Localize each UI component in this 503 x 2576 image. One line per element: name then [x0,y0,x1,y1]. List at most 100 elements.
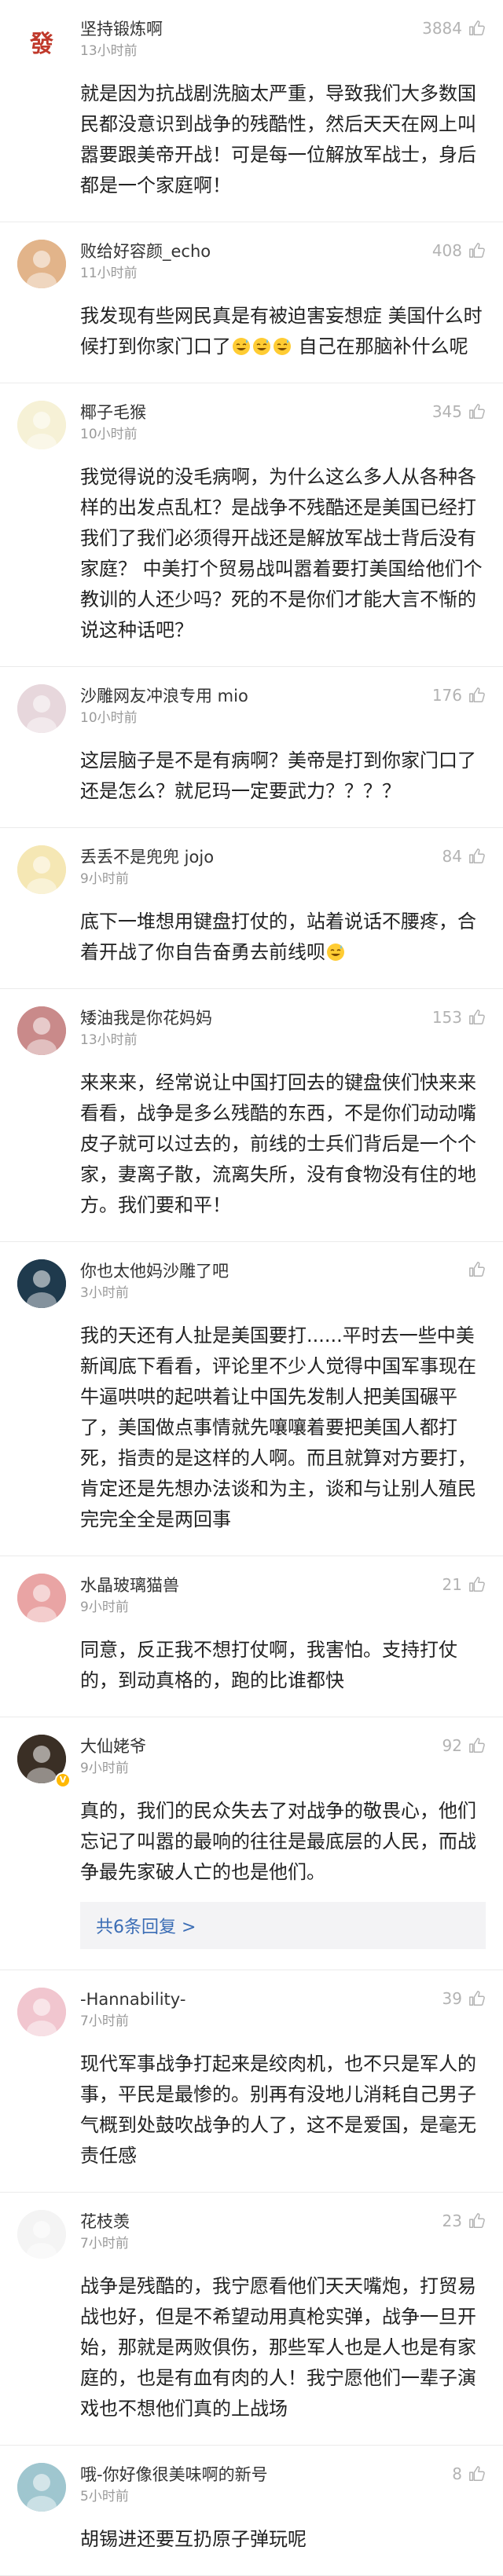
username[interactable]: 大仙姥爷 [80,1735,410,1758]
timestamp: 5小时前 [80,2489,129,2505]
like-button[interactable]: 84 [442,847,486,866]
comment-header: 矮油我是你花妈妈 13小时前 153 [80,1006,486,1053]
like-button[interactable]: 345 [432,402,486,421]
comment-item: 败给好容颜_echo 11小时前 408 我发现有些网民真是有被迫害妄想症 美国… [0,222,503,383]
avatar[interactable] [17,240,66,288]
thumbs-up-icon [469,1991,485,2006]
avatar-image [17,1006,66,1055]
comment-item: 大仙姥爷 9小时前 92 真的，我们的民众失去了对战争的敬畏心，他们忘记了叫嚣的… [0,1717,503,1970]
avatar-glyph: 發 [30,31,53,58]
avatar[interactable] [17,2463,66,2512]
like-count: 23 [442,2211,462,2230]
comment-text: 这层脑子是不是有病啊？美帝是打到你家门口了还是怎么？就尼玛一定要武力？？？？ [80,749,476,802]
timestamp: 13小时前 [80,1032,138,1048]
avatar[interactable] [17,684,66,733]
comment-header: 沙雕网友冲浪专用 mio 10小时前 176 [80,684,486,731]
comment-item: 你也太他妈沙雕了吧 3小时前 我的天还有人扯是美国要打......平时去一些中美… [0,1242,503,1556]
like-button[interactable]: 23 [442,2211,486,2230]
thumbs-up-icon [469,1010,485,1024]
like-count: 84 [442,847,462,866]
username[interactable]: 丢丢不是兜兜 jojo [80,845,410,869]
comment-text: 真的，我们的民众失去了对战争的敬畏心，他们忘记了叫嚣的最响的往往是最底层的人民，… [80,1800,476,1883]
avatar[interactable] [17,1259,66,1308]
thumbs-up-icon [469,20,485,35]
comment-header: 败给好容颜_echo 11小时前 408 [80,240,486,287]
username[interactable]: 败给好容颜_echo [80,240,410,263]
timestamp: 9小时前 [80,1599,129,1615]
like-count: 176 [431,686,462,705]
timestamp: 11小时前 [80,266,138,281]
view-replies-link[interactable]: 共6条回复 > [80,1902,486,1949]
comment-item: 沙雕网友冲浪专用 mio 10小时前 176 这层脑子是不是有病啊？美帝是打到你… [0,667,503,828]
comment-text: 现代军事战争打起来是绞肉机，也不只是军人的事，平民是最惨的。别再有没地儿消耗自己… [80,2053,476,2167]
comment-header: 椰子毛猴 10小时前 345 [80,401,486,448]
username[interactable]: 哦-你好像很美味啊的新号 [80,2463,410,2486]
like-button[interactable]: 8 [452,2464,486,2483]
comment-item: -Hannability- 7小时前 39 现代军事战争打起来是绞肉机，也不只是… [0,1970,503,2193]
timestamp: 10小时前 [80,427,138,442]
username[interactable]: 你也太他妈沙雕了吧 [80,1259,410,1283]
comment-header: 丢丢不是兜兜 jojo 9小时前 84 [80,845,486,892]
comment-header: -Hannability- 7小时前 39 [80,1988,486,2035]
avatar[interactable] [17,845,66,894]
avatar[interactable] [17,1006,66,1055]
grin-sweat-emoji-icon [253,338,270,355]
comment-text: 胡锡进还要互扔原子弹玩呢 [80,2528,307,2550]
comment-text: 底下一堆想用键盘打仗的，站着说话不腰疼，合着开战了你自告奋勇去前线呗 [80,907,486,968]
thumbs-up-icon [469,404,485,419]
username[interactable]: 沙雕网友冲浪专用 mio [80,684,410,708]
avatar-image [17,2210,66,2259]
comment-header: 大仙姥爷 9小时前 92 [80,1735,486,1782]
comment-header: 哦-你好像很美味啊的新号 5小时前 8 [80,2463,486,2510]
avatar[interactable] [17,401,66,449]
comment-item: 花枝羡 7小时前 23 战争是残酷的，我宁愿看他们天天嘴炮，打贸易战也好，但是不… [0,2193,503,2446]
timestamp: 9小时前 [80,1761,129,1776]
thumbs-up-icon [469,848,485,863]
comment-item: 椰子毛猴 10小时前 345 我觉得说的没毛病啊，为什么这么多人从各种各样的出发… [0,383,503,667]
like-count: 92 [442,1736,462,1755]
comment-item: 丢丢不是兜兜 jojo 9小时前 84 底下一堆想用键盘打仗的，站着说话不腰疼，… [0,828,503,989]
avatar-image [17,1574,66,1622]
avatar[interactable] [17,2210,66,2259]
username[interactable]: 椰子毛猴 [80,401,410,424]
thumbs-up-icon [469,2466,485,2481]
comment-text-part: 自己在那脑补什么呢 [292,335,468,357]
like-button[interactable] [462,1261,486,1278]
avatar[interactable] [17,1574,66,1622]
verified-badge-icon: V [55,1772,71,1788]
like-button[interactable]: 39 [442,1989,486,2008]
grin-sweat-emoji-icon [233,338,250,355]
avatar-image [17,401,66,449]
username[interactable]: -Hannability- [80,1988,410,2011]
like-count: 3884 [422,19,462,38]
like-count: 21 [442,1575,462,1594]
avatar-image [17,2463,66,2512]
comment-text: 就是因为抗战剧洗脑太严重，导致我们大多数国民都没意识到战争的残酷性，然后天天在网… [80,82,476,196]
avatar[interactable] [17,1988,66,2036]
username[interactable]: 花枝羡 [80,2210,410,2233]
timestamp: 7小时前 [80,2236,129,2252]
like-button[interactable]: 21 [442,1575,486,1594]
username[interactable]: 坚持锻炼啊 [80,17,410,41]
comment-item: 哦-你好像很美味啊的新号 5小时前 8 胡锡进还要互扔原子弹玩呢 [0,2446,503,2576]
like-button[interactable]: 153 [432,1008,486,1027]
timestamp: 9小时前 [80,871,129,887]
comment-text: 同意，反正我不想打仗啊，我害怕。支持打仗的，到动真格的，跑的比谁都快 [80,1639,457,1691]
like-button[interactable]: 92 [442,1736,486,1755]
avatar[interactable]: 發 [17,17,66,66]
like-count: 8 [452,2464,462,2483]
comment-text-part: 底下一堆想用键盘打仗的，站着说话不腰疼，合着开战了你自告奋勇去前线呗 [80,911,476,963]
timestamp: 3小时前 [80,1285,129,1301]
like-button[interactable]: 408 [432,241,486,260]
comment-list: 發 坚持锻炼啊 13小时前 3884 就是因为抗战剧洗脑太严重，导致我们大多数国… [0,0,503,2576]
comment-text: 来来来，经常说让中国打回去的键盘侠们快来来看看，战争是多么残酷的东西，不是你们动… [80,1072,476,1216]
thumbs-up-icon [469,1577,485,1592]
like-button[interactable]: 176 [432,686,486,705]
thumbs-up-icon [469,687,485,702]
like-button[interactable]: 3884 [422,19,486,38]
avatar-image [17,845,66,894]
avatar-image [17,684,66,733]
comment-item: 發 坚持锻炼啊 13小时前 3884 就是因为抗战剧洗脑太严重，导致我们大多数国… [0,0,503,222]
username[interactable]: 水晶玻璃猫兽 [80,1574,410,1597]
username[interactable]: 矮油我是你花妈妈 [80,1006,410,1030]
